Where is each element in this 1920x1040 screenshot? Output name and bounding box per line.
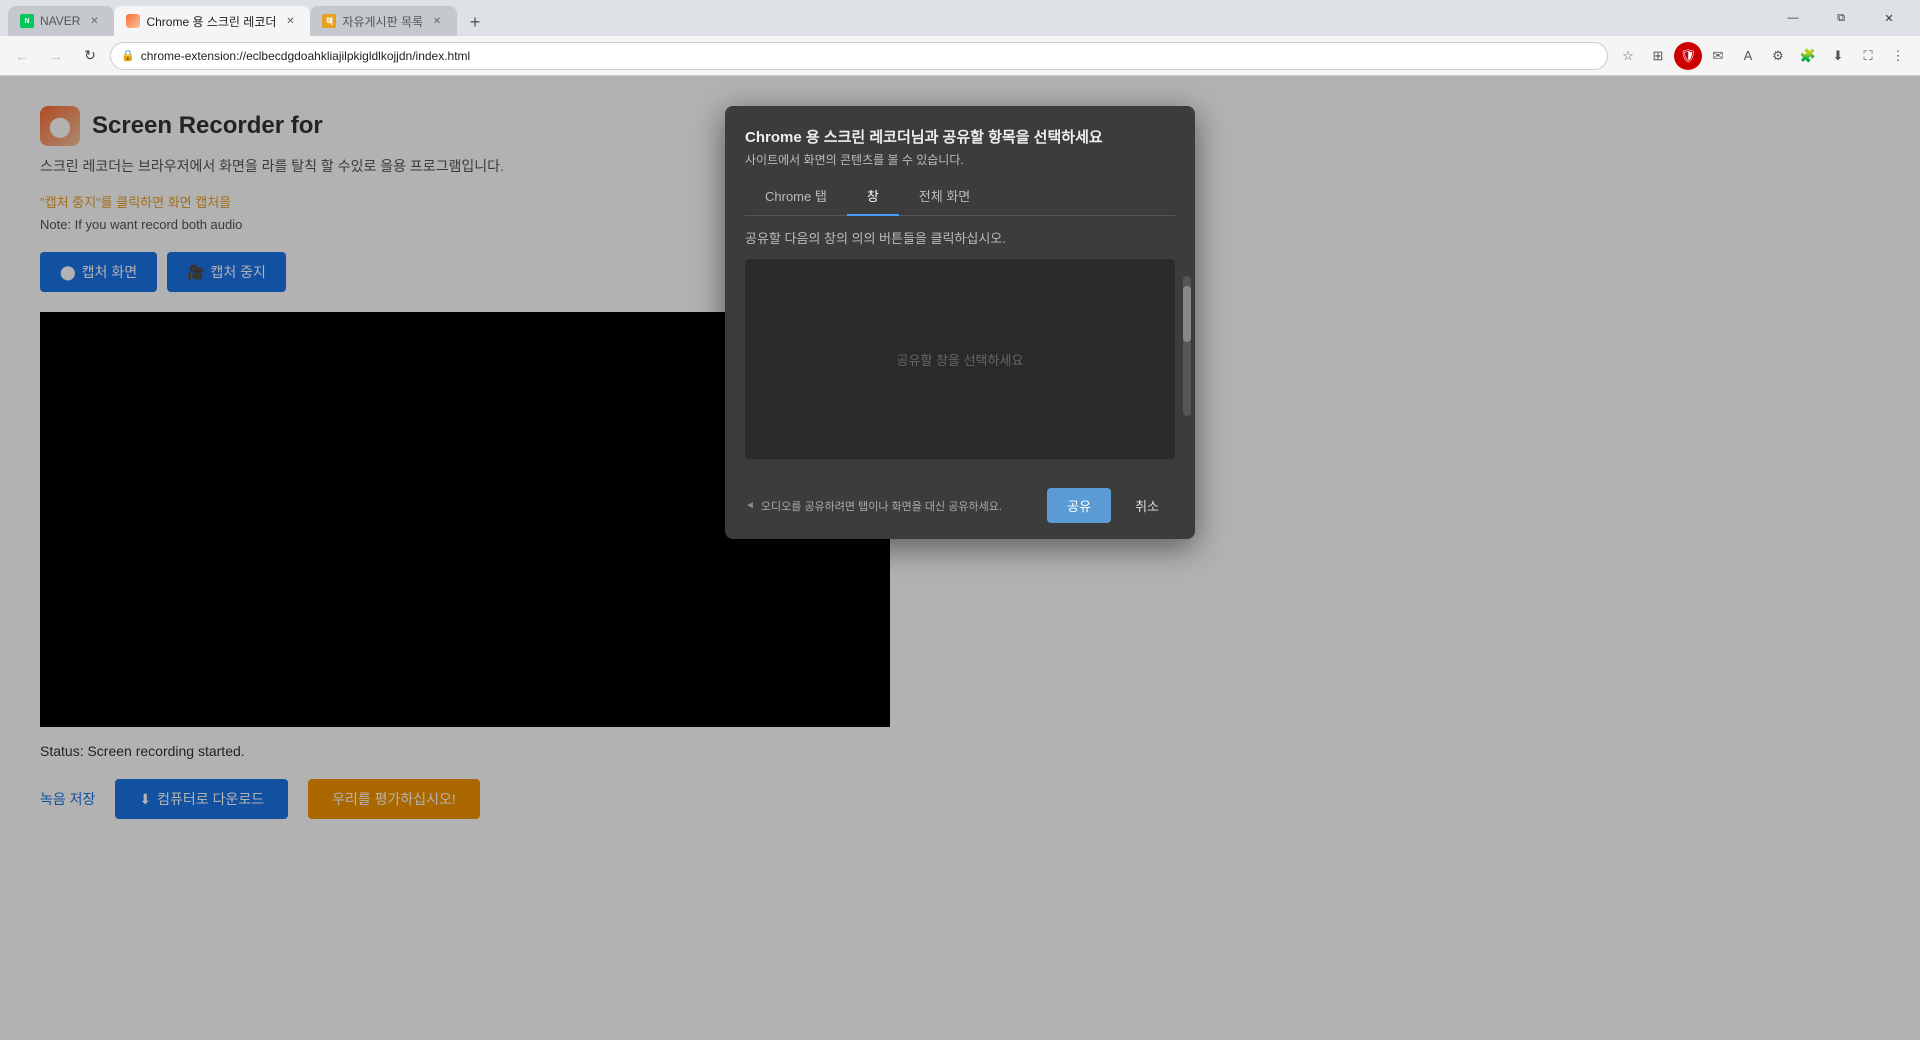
forward-icon: → [49, 48, 63, 64]
share-modal: Chrome 용 스크린 레코더님과 공유할 항목을 선택하세요 사이트에서 화… [725, 106, 1195, 539]
modal-content-area: 공유할 창을 선택하세요 [745, 259, 1175, 459]
secure-icon: 🔒 [121, 49, 135, 62]
window-tab-label: 창 [867, 189, 879, 204]
modal-actions: 공유 취소 [1047, 488, 1175, 523]
modal-scrollbar[interactable] [1183, 276, 1191, 416]
recorder-favicon [126, 14, 140, 28]
back-icon: ← [15, 48, 29, 64]
tab-naver[interactable]: N NAVER ✕ [8, 6, 114, 36]
modal-audio-note: 오디오를 공유하려면 탭이나 화면을 대신 공유하세요. [745, 498, 1047, 514]
minimize-icon: — [1788, 12, 1799, 24]
browser-window: N NAVER ✕ Chrome 용 스크린 레코더 ✕ 책 자유게시판 목록 … [0, 0, 1920, 1040]
adblock-button[interactable]: 🛡 [1674, 42, 1702, 70]
extension-puzzle-button[interactable]: ⊞ [1644, 42, 1672, 70]
tab-naver-close[interactable]: ✕ [86, 13, 102, 29]
title-bar: N NAVER ✕ Chrome 용 스크린 레코더 ✕ 책 자유게시판 목록 … [0, 0, 1920, 36]
modal-tabs: Chrome 탭 창 전체 화면 [745, 176, 1175, 216]
modal-body: 공유할 다음의 창의 의의 버튼들을 클릭하십시오. 공유할 창을 선택하세요 [725, 216, 1195, 476]
refresh-icon: ↻ [84, 47, 96, 64]
modal-header: Chrome 용 스크린 레코더님과 공유할 항목을 선택하세요 사이트에서 화… [725, 106, 1195, 176]
translate-button[interactable]: A [1734, 42, 1762, 70]
tab-bookmarks-close[interactable]: ✕ [429, 13, 445, 29]
address-bar[interactable]: 🔒 chrome-extension://eclbecdgdoahkliajil… [110, 42, 1608, 70]
cancel-button[interactable]: 취소 [1119, 488, 1175, 523]
modal-subtitle: 사이트에서 화면의 콘텐츠를 볼 수 있습니다. [745, 151, 1175, 168]
modal-scrollbar-thumb [1183, 286, 1191, 342]
modal-instruction: 공유할 다음의 창의 의의 버튼들을 클릭하십시오. [745, 228, 1175, 247]
modal-tab-window[interactable]: 창 [847, 176, 899, 215]
tab-recorder[interactable]: Chrome 용 스크린 레코더 ✕ [114, 6, 310, 36]
close-icon: ✕ [1884, 12, 1893, 25]
tab-bar: N NAVER ✕ Chrome 용 스크린 레코더 ✕ 책 자유게시판 목록 … [8, 0, 1762, 36]
download-button[interactable]: ⬇ [1824, 42, 1852, 70]
naver-favicon: N [20, 14, 34, 28]
tab-recorder-close[interactable]: ✕ [282, 13, 298, 29]
bookmark-star-button[interactable]: ☆ [1614, 42, 1642, 70]
fullscreen-tab-label: 전체 화면 [919, 189, 970, 204]
nav-actions: ☆ ⊞ 🛡 ✉ A ⚙ 🧩 ⬇ ⛶ ⋮ [1614, 42, 1912, 70]
url-text: chrome-extension://eclbecdgdoahkliajilpk… [141, 49, 1597, 63]
bookmarks-favicon: 책 [322, 14, 336, 28]
extensions-button[interactable]: 🧩 [1794, 42, 1822, 70]
close-button[interactable]: ✕ [1866, 2, 1912, 34]
minimize-button[interactable]: — [1770, 2, 1816, 34]
tab-bookmarks[interactable]: 책 자유게시판 목록 ✕ [310, 6, 457, 36]
new-tab-button[interactable]: + [461, 8, 489, 36]
fullscreen-toggle-button[interactable]: ⛶ [1854, 42, 1882, 70]
settings-button[interactable]: ⚙ [1764, 42, 1792, 70]
maximize-button[interactable]: ⧉ [1818, 2, 1864, 34]
refresh-button[interactable]: ↻ [76, 42, 104, 70]
tab-naver-title: NAVER [40, 14, 80, 28]
nav-bar: ← → ↻ 🔒 chrome-extension://eclbecdgdoahk… [0, 36, 1920, 76]
tab-bookmarks-title: 자유게시판 목록 [342, 13, 423, 30]
maximize-icon: ⧉ [1837, 12, 1845, 25]
modal-title: Chrome 용 스크린 레코더님과 공유할 항목을 선택하세요 [745, 126, 1175, 147]
audio-note-text: 오디오를 공유하려면 탭이나 화면을 대신 공유하세요. [761, 498, 1002, 514]
forward-button[interactable]: → [42, 42, 70, 70]
modal-footer: 오디오를 공유하려면 탭이나 화면을 대신 공유하세요. 공유 취소 [725, 476, 1195, 539]
modal-tab-chrome[interactable]: Chrome 탭 [745, 176, 847, 215]
page-content: ⬤ Screen Recorder for 스크린 레코더는 브라우저에서 화면… [0, 76, 1920, 1040]
modal-tab-fullscreen[interactable]: 전체 화면 [899, 176, 990, 215]
mail-button[interactable]: ✉ [1704, 42, 1732, 70]
modal-overlay: Chrome 용 스크린 레코더님과 공유할 항목을 선택하세요 사이트에서 화… [0, 76, 1920, 1040]
tab-recorder-title: Chrome 용 스크린 레코더 [146, 13, 276, 30]
back-button[interactable]: ← [8, 42, 36, 70]
modal-placeholder: 공유할 창을 선택하세요 [897, 350, 1024, 369]
share-button[interactable]: 공유 [1047, 488, 1111, 523]
chrome-tab-label: Chrome 탭 [765, 189, 827, 204]
window-controls: — ⧉ ✕ [1770, 2, 1912, 34]
menu-button[interactable]: ⋮ [1884, 42, 1912, 70]
